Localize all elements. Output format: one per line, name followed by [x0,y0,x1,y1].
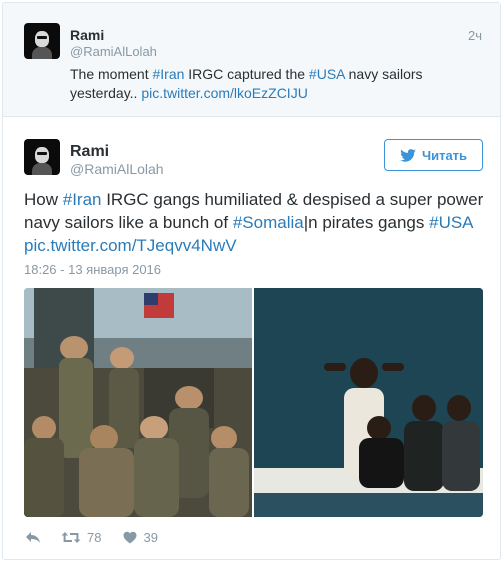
text-fragment: The moment [70,66,153,82]
retweet-icon [61,531,81,543]
author-handle[interactable]: @RamiAlLolah [70,161,164,177]
retweet-button[interactable]: 78 [61,530,101,545]
photo-sailors-boat[interactable] [24,288,252,517]
author-name[interactable]: Rami [70,143,109,161]
tweet-embed: Rami @RamiAlLolah 2ч The moment #Iran IR… [2,2,501,560]
avatar[interactable] [24,23,60,59]
avatar[interactable] [24,139,60,175]
tweet-text: How #Iran IRGC gangs humiliated & despis… [24,188,484,257]
photo-pirates-boat-image [254,288,483,517]
twitter-bird-icon [400,148,416,162]
tweet-time[interactable]: 2ч [468,28,482,43]
tweet-text: The moment #Iran IRGC captured the #USA … [70,65,480,103]
pic-link[interactable]: pic.twitter.com/lkoEzZCIJU [141,85,307,101]
tweet-actions: 78 39 [25,527,158,547]
photo-pirates-boat[interactable] [254,288,483,517]
follow-label: Читать [421,147,468,163]
follow-button[interactable]: Читать [384,139,483,171]
like-button[interactable]: 39 [123,529,158,545]
media-grid [24,288,483,517]
hashtag-somalia[interactable]: #Somalia [233,213,304,232]
text-fragment: IRGC captured the [184,66,309,82]
hashtag-iran[interactable]: #Iran [63,190,102,209]
heart-icon [123,531,137,543]
hashtag-usa[interactable]: #USA [309,66,345,82]
like-count: 39 [143,529,158,545]
retweet-count: 78 [87,529,102,545]
author-name[interactable]: Rami [70,27,104,43]
hashtag-usa[interactable]: #USA [429,213,472,232]
author-handle[interactable]: @RamiAlLolah [70,44,157,59]
reply-icon [26,531,40,543]
hashtag-iran[interactable]: #Iran [152,66,184,82]
tweet-date[interactable]: 18:26 - 13 января 2016 [24,262,161,277]
photo-sailors-boat-image [24,288,252,517]
reply-button[interactable] [25,531,41,544]
parent-tweet[interactable]: Rami @RamiAlLolah 2ч The moment #Iran IR… [3,3,500,117]
text-fragment: |n pirates gangs [303,213,430,232]
pic-link[interactable]: pic.twitter.com/TJeqvv4NwV [24,236,237,255]
text-fragment: How [24,190,63,209]
